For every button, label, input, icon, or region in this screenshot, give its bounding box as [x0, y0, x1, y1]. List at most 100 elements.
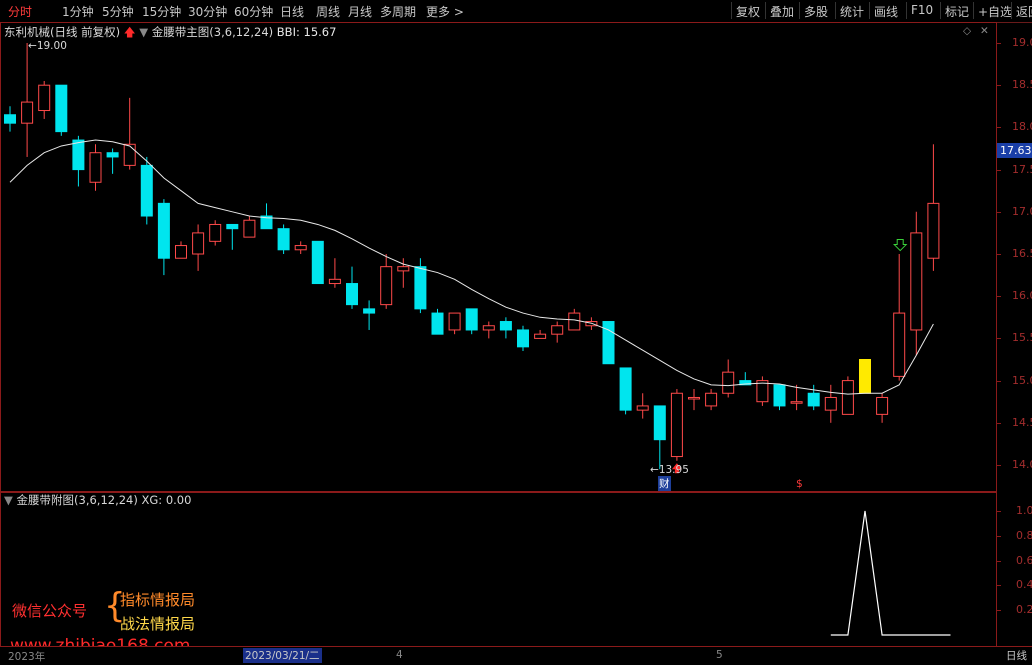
candle[interactable]: [841, 376, 854, 415]
candle[interactable]: [773, 384, 786, 411]
toolbar-separator: [973, 2, 974, 19]
finance-marker[interactable]: 财: [658, 476, 671, 491]
toolbar-action-7[interactable]: +自选: [978, 3, 1012, 20]
candle[interactable]: [4, 106, 16, 132]
candle[interactable]: [448, 312, 461, 335]
candle[interactable]: [192, 224, 205, 271]
main-y-tick: 14.5: [1012, 415, 1032, 429]
candle[interactable]: [209, 220, 222, 246]
candle[interactable]: [688, 389, 700, 411]
candle[interactable]: [123, 97, 136, 170]
candle[interactable]: [927, 144, 940, 271]
candle[interactable]: [859, 359, 871, 394]
toolbar-separator: [765, 2, 766, 19]
candle-body: [841, 380, 854, 415]
toolbar-action-4[interactable]: 画线: [874, 3, 898, 20]
candle[interactable]: [705, 389, 718, 411]
candle[interactable]: [551, 321, 564, 343]
candlestick-chart[interactable]: [0, 22, 995, 491]
candle-body: [243, 219, 256, 238]
candle[interactable]: [756, 376, 769, 406]
candle-body: [807, 392, 820, 407]
candle-body: [38, 84, 51, 112]
candle[interactable]: [499, 317, 512, 339]
candle[interactable]: [602, 321, 615, 365]
bottom-bar: [0, 646, 1032, 665]
toolbar-action-6[interactable]: 标记: [945, 3, 969, 20]
candle[interactable]: [157, 199, 170, 276]
candle[interactable]: [824, 384, 837, 423]
toolbar-period-10[interactable]: 更多 >: [426, 3, 464, 20]
candle-body: [893, 312, 906, 377]
main-y-tick-mark: [996, 169, 1001, 171]
candle[interactable]: [277, 224, 290, 254]
candle[interactable]: [175, 241, 187, 259]
candle[interactable]: [653, 405, 666, 470]
candle-body: [670, 392, 683, 458]
main-y-tick: 17.0: [1012, 204, 1032, 218]
candle-body: [328, 278, 341, 285]
toolbar-action-2[interactable]: 多股: [804, 3, 828, 20]
candle-body: [705, 392, 718, 407]
candle[interactable]: [311, 240, 324, 285]
toolbar-period-4[interactable]: 30分钟: [188, 3, 227, 20]
candle[interactable]: [619, 367, 632, 415]
candle-body: [414, 266, 427, 310]
toolbar-period-3[interactable]: 15分钟: [142, 3, 181, 20]
toolbar-action-0[interactable]: 复权: [736, 3, 760, 20]
candle[interactable]: [739, 372, 752, 386]
candle-body: [910, 232, 923, 331]
candle[interactable]: [140, 156, 153, 225]
candle[interactable]: [722, 359, 735, 398]
candle[interactable]: [431, 308, 444, 335]
candle[interactable]: [670, 389, 683, 461]
main-y-tick-mark: [996, 338, 1001, 340]
candle[interactable]: [465, 308, 478, 335]
candle[interactable]: [260, 203, 273, 230]
candle[interactable]: [807, 384, 820, 411]
toolbar-action-1[interactable]: 叠加: [770, 3, 794, 20]
candle[interactable]: [876, 393, 889, 423]
toolbar-period-2[interactable]: 5分钟: [102, 3, 134, 20]
candle[interactable]: [380, 254, 393, 309]
candle[interactable]: [414, 258, 427, 314]
month-5: 5: [716, 649, 723, 661]
candle[interactable]: [910, 211, 923, 356]
toolbar-period-1[interactable]: 1分钟: [62, 3, 94, 20]
candle[interactable]: [243, 216, 256, 238]
candle-body: [4, 114, 16, 124]
toolbar-action-5[interactable]: F10: [911, 3, 933, 17]
candle[interactable]: [482, 321, 495, 339]
candle-body: [722, 371, 735, 394]
candle[interactable]: [346, 266, 358, 309]
candle[interactable]: [38, 80, 51, 119]
period-label[interactable]: 日线: [1006, 648, 1027, 663]
candle[interactable]: [517, 325, 529, 352]
main-y-tick: 15.5: [1012, 331, 1032, 345]
toolbar-period-6[interactable]: 日线: [280, 3, 304, 20]
candle[interactable]: [55, 84, 68, 136]
candle[interactable]: [534, 329, 547, 339]
toolbar-separator: [940, 2, 941, 19]
toolbar-action-8[interactable]: 返回: [1016, 3, 1032, 20]
candle[interactable]: [328, 258, 341, 288]
candle[interactable]: [89, 144, 102, 191]
candle[interactable]: [363, 300, 376, 330]
sub-y-tick: 0.4: [1016, 578, 1032, 592]
candle[interactable]: [106, 148, 119, 174]
dividend-marker[interactable]: $: [796, 478, 803, 490]
toolbar-period-9[interactable]: 多周期: [380, 3, 416, 20]
toolbar-period-0[interactable]: 分时: [8, 3, 32, 20]
candle[interactable]: [21, 43, 34, 157]
candle[interactable]: [636, 393, 649, 419]
toolbar-period-7[interactable]: 周线: [316, 3, 340, 20]
toolbar-period-8[interactable]: 月线: [348, 3, 372, 20]
toolbar-period-5[interactable]: 60分钟: [234, 3, 273, 20]
candle[interactable]: [790, 384, 803, 411]
candle-body: [568, 312, 581, 331]
toolbar-separator: [799, 2, 800, 19]
candle[interactable]: [226, 223, 239, 250]
candle[interactable]: [893, 254, 906, 381]
candle[interactable]: [294, 241, 307, 254]
toolbar-action-3[interactable]: 统计: [840, 3, 864, 20]
